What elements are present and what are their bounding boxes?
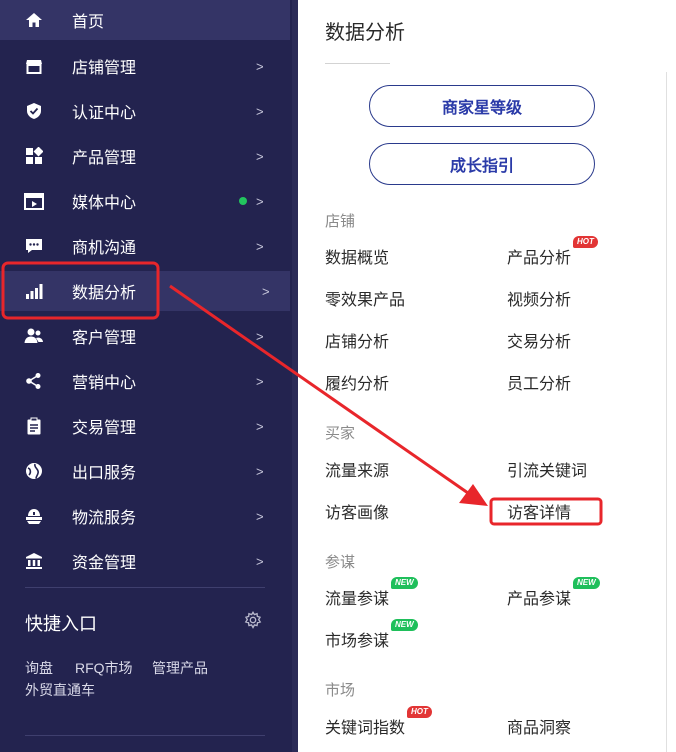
link-data-overview[interactable]: 数据概览 [325,244,389,268]
bar-chart-icon [24,281,44,301]
sidebar: 首页 店铺管理 > 认证中心 > 产品管理 > 媒体中心 > 商机沟通 > 数据… [0,0,292,752]
sidebar-item-label: 数据分析 [72,285,137,302]
globe-icon [24,461,44,481]
chevron-right-icon: > [256,418,264,434]
link-product-analysis[interactable]: 产品分析HOT [507,236,598,268]
sidebar-item-label: 首页 [72,14,105,31]
sidebar-item-store[interactable]: 店铺管理 > [0,46,290,86]
logistics-icon [24,506,44,526]
quick-link-inquiry[interactable]: 询盘 [25,658,53,678]
hot-badge: HOT [573,236,598,248]
customers-icon [24,326,44,346]
new-badge: NEW [391,577,418,589]
section-heading-advisor: 参谋 [325,554,356,571]
link-traffic-advisor[interactable]: 流量参谋NEW [325,577,418,609]
online-status-dot [239,197,247,205]
link-product-insight[interactable]: 商品洞察 [507,714,571,738]
sidebar-item-label: 营销中心 [72,375,137,392]
data-analysis-submenu: 数据分析 商家星等级 成长指引 店铺 数据概览 产品分析HOT 零效果产品 视频… [300,0,676,752]
growth-guide-button[interactable]: 成长指引 [369,143,595,185]
sidebar-item-label: 出口服务 [72,465,137,482]
quick-link-manage-products[interactable]: 管理产品 [152,658,208,678]
link-visitor-profile[interactable]: 访客画像 [325,499,389,523]
sidebar-item-funds[interactable]: 资金管理 > [0,541,290,581]
gear-icon[interactable] [244,611,264,631]
home-icon [24,10,44,30]
quick-link-rfq-market[interactable]: RFQ市场 [75,658,133,678]
quick-link-ad-promotion[interactable]: 外贸直通车 [25,680,95,700]
chevron-right-icon: > [256,508,264,524]
hot-badge: HOT [407,706,432,718]
link-product-advisor[interactable]: 产品参谋NEW [507,577,600,609]
new-badge: NEW [573,577,600,589]
chevron-right-icon: > [256,238,264,254]
store-icon [24,56,44,76]
link-transaction-analysis[interactable]: 交易分析 [507,328,571,352]
sidebar-item-label: 商机沟通 [72,240,137,257]
sidebar-item-logistics[interactable]: 物流服务 > [0,496,290,536]
sidebar-item-label: 产品管理 [72,150,137,167]
chevron-right-icon: > [256,103,264,119]
sidebar-item-media[interactable]: 媒体中心 > [0,181,290,221]
sidebar-item-business-chat[interactable]: 商机沟通 > [0,226,290,266]
chevron-right-icon: > [256,553,264,569]
product-icon [24,146,44,166]
sidebar-item-transactions[interactable]: 交易管理 > [0,406,290,446]
sidebar-item-data-analysis[interactable]: 数据分析 > [0,271,290,311]
sidebar-item-home[interactable]: 首页 [0,0,290,40]
media-icon [24,191,44,211]
new-badge: NEW [391,619,418,631]
link-fulfillment-analysis[interactable]: 履约分析 [325,370,389,394]
sidebar-item-label: 认证中心 [72,105,137,122]
sidebar-item-label: 媒体中心 [72,195,137,212]
submenu-title: 数据分析 [325,22,405,44]
sidebar-divider [25,735,265,736]
sidebar-item-export[interactable]: 出口服务 > [0,451,290,491]
link-video-analysis[interactable]: 视频分析 [507,286,571,310]
chevron-right-icon: > [256,328,264,344]
sidebar-edge [292,0,300,752]
chevron-right-icon: > [262,283,270,299]
merchant-star-level-button[interactable]: 商家星等级 [369,85,595,127]
sidebar-item-marketing[interactable]: 营销中心 > [0,361,290,401]
sidebar-item-label: 物流服务 [72,510,137,527]
chevron-right-icon: > [256,58,264,74]
sidebar-item-certification[interactable]: 认证中心 > [0,91,290,131]
shield-icon [24,101,44,121]
chat-icon [24,236,44,256]
sidebar-item-label: 资金管理 [72,555,137,572]
sidebar-item-label: 交易管理 [72,420,137,437]
link-traffic-source[interactable]: 流量来源 [325,457,389,481]
link-staff-analysis[interactable]: 员工分析 [507,370,571,394]
sidebar-item-label: 店铺管理 [72,60,137,77]
sidebar-item-customers[interactable]: 客户管理 > [0,316,290,356]
chevron-right-icon: > [256,463,264,479]
chevron-right-icon: > [256,148,264,164]
title-underline [325,63,390,64]
section-heading-store: 店铺 [325,213,356,230]
link-zero-effect-products[interactable]: 零效果产品 [325,286,405,310]
link-visitor-details[interactable]: 访客详情 [507,499,571,523]
chevron-right-icon: > [256,193,264,209]
panel-divider [666,72,667,752]
link-keyword-index[interactable]: 关键词指数HOT [325,706,432,738]
link-market-advisor[interactable]: 市场参谋NEW [325,619,418,651]
link-store-analysis[interactable]: 店铺分析 [325,328,389,352]
section-heading-buyers: 买家 [325,425,356,442]
marketing-icon [24,371,44,391]
bank-icon [24,551,44,571]
quick-entry-title: 快捷入口 [25,614,97,634]
chevron-right-icon: > [256,373,264,389]
sidebar-item-label: 客户管理 [72,330,137,347]
sidebar-divider [25,587,265,588]
section-heading-market: 市场 [325,682,356,699]
sidebar-item-products[interactable]: 产品管理 > [0,136,290,176]
link-traffic-keywords[interactable]: 引流关键词 [507,457,587,481]
clipboard-icon [24,416,44,436]
